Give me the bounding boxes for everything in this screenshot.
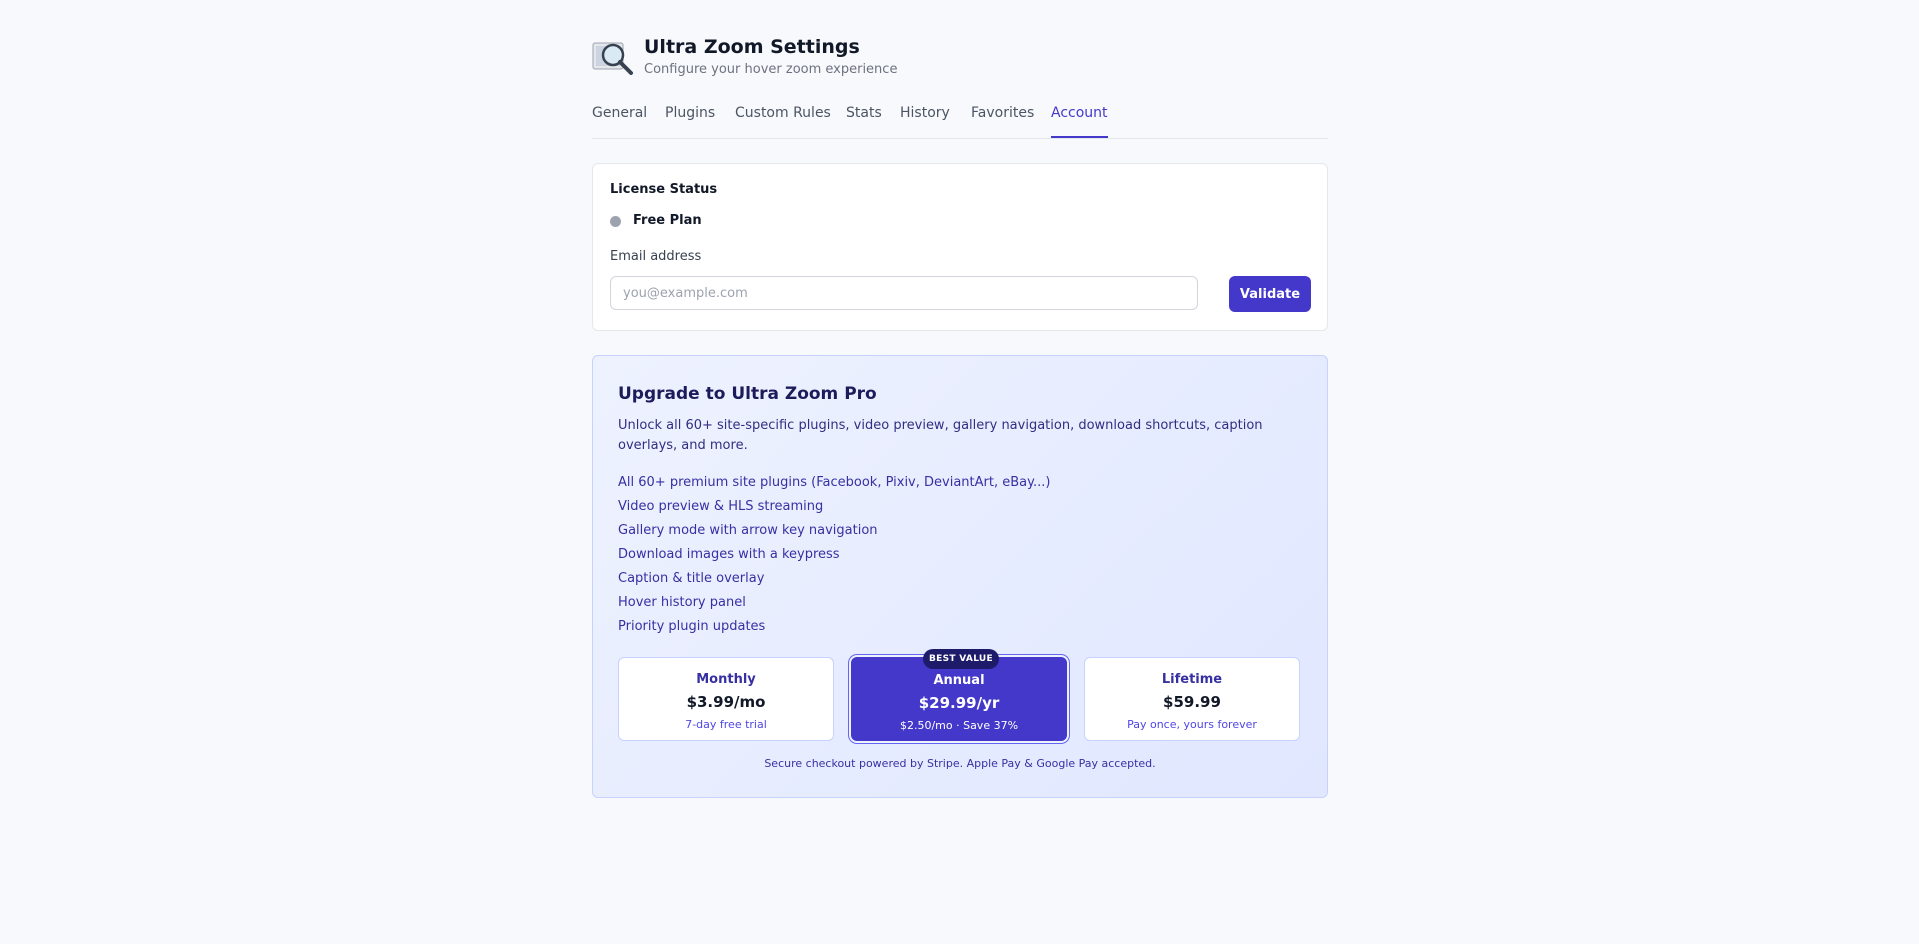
status-dot-icon bbox=[610, 216, 621, 227]
page-header: Ultra Zoom Settings Configure your hover… bbox=[592, 34, 1328, 84]
plan-name: Monthly bbox=[696, 672, 756, 687]
email-label: Email address bbox=[610, 249, 702, 264]
feature-item: Video preview & HLS streaming bbox=[618, 499, 824, 514]
upgrade-description: Unlock all 60+ site-specific plugins, vi… bbox=[618, 418, 1263, 453]
upgrade-card: Upgrade to Ultra Zoom Pro Unlock all 60+… bbox=[592, 355, 1328, 798]
plan-price: $29.99/yr bbox=[918, 694, 1000, 712]
plan-annual-option[interactable]: BEST VALUE Annual $29.99/yr $2.50/mo · S… bbox=[851, 649, 1067, 741]
plan-note: $2.50/mo · Save 37% bbox=[899, 719, 1019, 732]
plan-note: 7-day free trial bbox=[685, 718, 767, 731]
license-status-value: Free Plan bbox=[633, 213, 702, 228]
plan-price: $3.99/mo bbox=[686, 693, 766, 711]
page-title: Ultra Zoom Settings bbox=[644, 36, 860, 58]
email-input[interactable] bbox=[610, 276, 1198, 310]
tab-favorites[interactable]: Favorites bbox=[971, 104, 1034, 137]
best-value-badge: BEST VALUE bbox=[923, 649, 999, 669]
checkout-note: Secure checkout powered by Stripe. Apple… bbox=[764, 757, 1156, 770]
tab-plugins[interactable]: Plugins bbox=[665, 104, 715, 137]
plan-monthly-option[interactable]: Monthly $3.99/mo 7-day free trial bbox=[618, 657, 834, 741]
tab-general[interactable]: General bbox=[592, 104, 647, 137]
feature-item: Gallery mode with arrow key navigation bbox=[618, 523, 878, 538]
license-status-heading: License Status bbox=[610, 182, 718, 197]
feature-item: Priority plugin updates bbox=[618, 619, 766, 634]
plan-price: $59.99 bbox=[1163, 693, 1221, 711]
feature-item: Caption & title overlay bbox=[618, 571, 765, 586]
tab-stats[interactable]: Stats bbox=[846, 104, 882, 137]
tab-custom-rules[interactable]: Custom Rules bbox=[735, 104, 831, 137]
plan-lifetime-option[interactable]: Lifetime $59.99 Pay once, yours forever bbox=[1084, 657, 1300, 741]
plan-name: Lifetime bbox=[1161, 672, 1223, 687]
upgrade-title: Upgrade to Ultra Zoom Pro bbox=[618, 384, 877, 404]
feature-list: All 60+ premium site plugins (Facebook, … bbox=[618, 471, 1050, 639]
validate-button[interactable]: Validate bbox=[1229, 276, 1311, 312]
feature-item: Download images with a keypress bbox=[618, 547, 840, 562]
plan-note: Pay once, yours forever bbox=[1127, 718, 1257, 731]
license-card: License Status Free Plan Email address V… bbox=[592, 163, 1328, 331]
page-subtitle: Configure your hover zoom experience bbox=[644, 62, 898, 77]
plan-name: Annual bbox=[933, 673, 985, 688]
feature-item: All 60+ premium site plugins (Facebook, … bbox=[618, 475, 1051, 490]
feature-item: Hover history panel bbox=[618, 595, 746, 610]
tab-history[interactable]: History bbox=[900, 104, 950, 137]
tab-account[interactable]: Account bbox=[1051, 104, 1108, 138]
magnifier-over-image-icon bbox=[592, 42, 633, 75]
tab-bar: General Plugins Custom Rules Stats Histo… bbox=[592, 104, 1328, 139]
